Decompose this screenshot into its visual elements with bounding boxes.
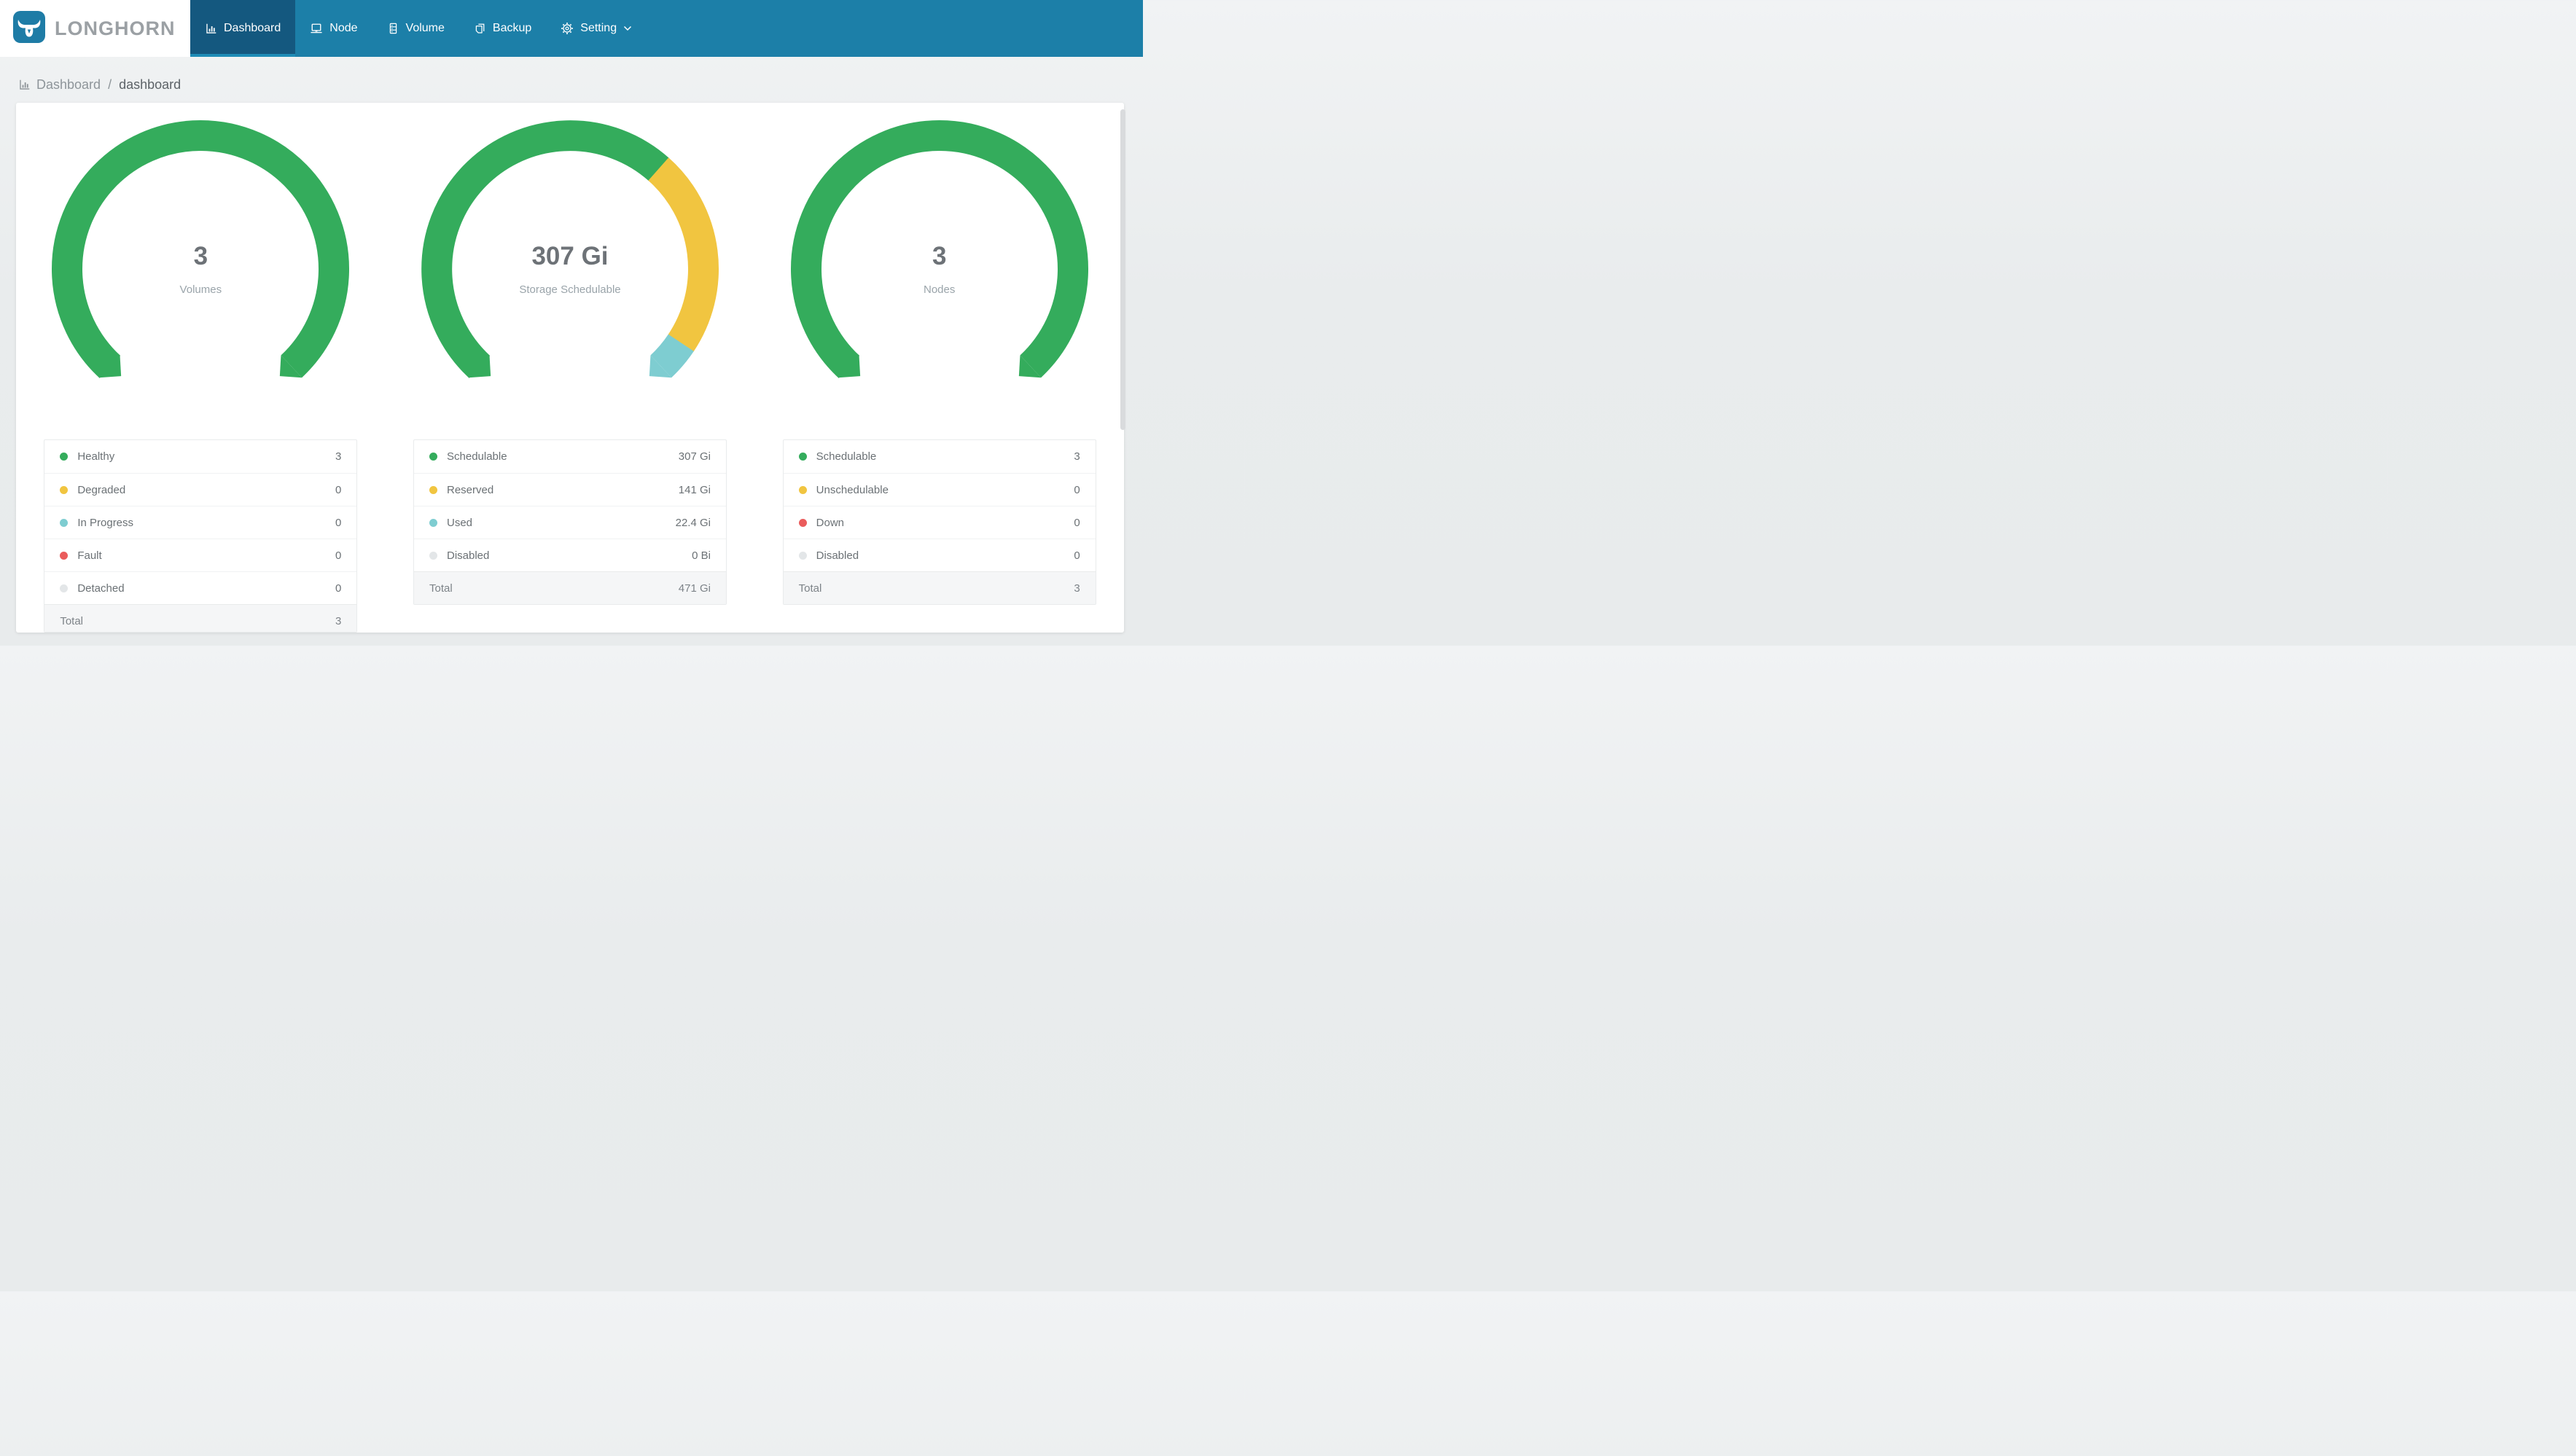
gauge-column: 3 Volumes Healthy 3 Degraded 0 In Progress 0 F…	[16, 103, 386, 633]
legend-total-row: Total 471 Gi	[414, 571, 726, 604]
legend-row: Degraded 0	[44, 473, 357, 506]
logo[interactable]: LONGHORN	[0, 0, 190, 57]
legend-label: Disabled	[447, 549, 490, 562]
setting-gear-icon	[561, 22, 574, 35]
legend-row: Disabled 0	[783, 539, 1096, 571]
dashboard-bar-chart-icon	[18, 79, 31, 91]
donut-gauge-chart	[421, 120, 719, 378]
legend-total-value: 3	[1074, 582, 1080, 595]
nav-item-volume[interactable]: Volume	[372, 0, 459, 57]
legend-label: Degraded	[77, 483, 126, 496]
legend-dot	[798, 485, 807, 494]
legend-dot	[429, 518, 437, 527]
legend-row: Schedulable 3	[784, 440, 1096, 473]
legend-dot	[60, 551, 69, 560]
legend-dot	[429, 453, 437, 461]
donut-gauge-chart	[52, 120, 350, 378]
gauge-segment	[421, 120, 669, 378]
legend-row: Fault 0	[44, 539, 357, 571]
legend-dot	[429, 551, 437, 560]
legend-row: In Progress 0	[44, 506, 357, 539]
gauge-column: 307 Gi Storage Schedulable Schedulable 30…	[386, 103, 755, 633]
legend-dot	[429, 485, 437, 494]
legend-total-label: Total	[429, 582, 453, 595]
legend-label: Unschedulable	[816, 483, 889, 496]
legend-row: Used 22.4 Gi	[414, 506, 726, 539]
breadcrumb-separator: /	[108, 77, 112, 92]
legend-total-value: 3	[335, 614, 342, 627]
nav-item-backup[interactable]: Backup	[459, 0, 546, 57]
legend-row: Disabled 0 Bi	[414, 539, 726, 571]
dashboard-bar-chart-icon	[205, 23, 217, 35]
legend-total-value: 471 Gi	[678, 582, 711, 595]
gauge-segment	[790, 120, 1088, 378]
legend-value: 0	[1074, 516, 1080, 529]
legend-table: Schedulable 3 Unschedulable 0 Down 0 Disabled 0…	[782, 439, 1096, 605]
breadcrumb-current-page: dashboard	[119, 77, 182, 92]
legend-dot	[798, 518, 807, 527]
nav-item-dashboard[interactable]: Dashboard	[190, 0, 296, 57]
nav-item-setting[interactable]: Setting	[546, 0, 647, 57]
legend-label: Healthy	[77, 450, 115, 463]
legend-dot	[798, 453, 807, 461]
legend-value: 307 Gi	[678, 450, 711, 463]
legend-dot	[60, 453, 69, 461]
gauge-segment	[648, 157, 719, 352]
gauge-segment	[650, 334, 694, 378]
legend-label: Down	[816, 516, 845, 529]
top-navbar: LONGHORN Dashboard Node Volume Backup Se…	[0, 0, 1143, 57]
legend-total-row: Total 3	[783, 571, 1096, 604]
backup-copy-icon	[474, 22, 486, 35]
legend-label: Schedulable	[816, 450, 877, 463]
legend-value: 0	[1074, 483, 1080, 496]
legend-value: 3	[1074, 450, 1080, 463]
legend-row: Reserved 141 Gi	[414, 473, 726, 506]
chevron-down-icon	[623, 26, 632, 31]
breadcrumb: Dashboard / dashboard	[0, 57, 1143, 98]
legend-dot	[60, 518, 69, 527]
legend-label: Fault	[77, 549, 102, 562]
legend-label: Reserved	[447, 483, 494, 496]
legend-value: 0	[335, 582, 342, 595]
main-nav: Dashboard Node Volume Backup Setting	[190, 0, 1143, 57]
legend-row: Down 0	[783, 506, 1096, 539]
legend-dot	[60, 584, 69, 592]
longhorn-bull-icon	[13, 10, 45, 47]
legend-value: 0	[1074, 549, 1080, 562]
scrollbar-thumb[interactable]	[1120, 109, 1125, 430]
legend-value: 22.4 Gi	[675, 516, 711, 529]
legend-value: 0	[335, 549, 342, 562]
legend-dot	[798, 551, 807, 560]
legend-value: 0 Bi	[692, 549, 711, 562]
legend-row: Healthy 3	[44, 440, 356, 473]
brand-name: LONGHORN	[55, 17, 176, 39]
legend-value: 141 Gi	[678, 483, 711, 496]
legend-row: Schedulable 307 Gi	[414, 440, 726, 473]
volume-server-icon	[387, 22, 399, 35]
legend-row: Unschedulable 0	[783, 473, 1096, 506]
legend-total-label: Total	[60, 614, 84, 627]
gauge-segment	[52, 120, 350, 378]
legend-table: Healthy 3 Degraded 0 In Progress 0 Fault 0 Detac…	[44, 439, 358, 633]
donut-gauge-chart	[790, 120, 1088, 378]
legend-label: Used	[447, 516, 473, 529]
legend-value: 0	[335, 516, 342, 529]
legend-value: 0	[335, 483, 342, 496]
dashboard-card: 3 Volumes Healthy 3 Degraded 0 In Progress 0 F…	[16, 103, 1124, 633]
legend-label: In Progress	[77, 516, 134, 529]
nav-item-node[interactable]: Node	[295, 0, 372, 57]
legend-label: Schedulable	[447, 450, 507, 463]
legend-total-row: Total 3	[44, 604, 357, 632]
breadcrumb-section-link[interactable]: Dashboard	[36, 77, 101, 93]
legend-table: Schedulable 307 Gi Reserved 141 Gi Used 22.4 …	[413, 439, 727, 605]
legend-total-label: Total	[798, 582, 822, 595]
gauge-column: 3 Nodes Schedulable 3 Unschedulable 0 Down 0 D…	[754, 103, 1124, 633]
legend-row: Detached 0	[44, 571, 357, 604]
legend-dot	[60, 485, 69, 494]
legend-label: Disabled	[816, 549, 859, 562]
node-laptop-icon	[310, 22, 323, 35]
legend-value: 3	[335, 450, 342, 463]
legend-label: Detached	[77, 582, 125, 595]
